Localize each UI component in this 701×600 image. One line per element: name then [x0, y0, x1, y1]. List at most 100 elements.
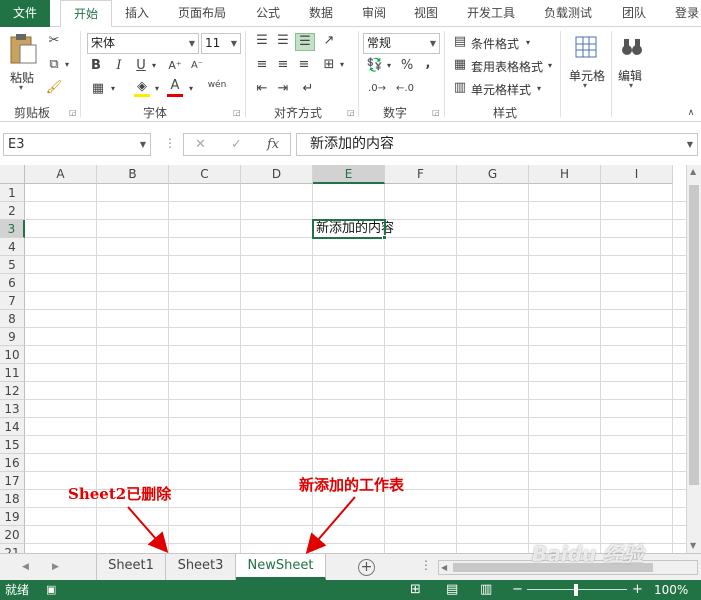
enter-icon[interactable]: ✓ [231, 134, 242, 155]
tab-view[interactable]: 视图 [414, 0, 438, 27]
copy-dropdown-icon[interactable]: ▾ [62, 57, 72, 73]
row-header-4[interactable]: 4 [0, 238, 25, 256]
borders-dropdown-icon[interactable]: ▾ [109, 81, 117, 97]
row-header-3[interactable]: 3 [0, 220, 25, 238]
font-size-combo[interactable]: 11 ▼ [201, 33, 241, 54]
tab-insert[interactable]: 插入 [125, 0, 149, 27]
column-header-c[interactable]: C [169, 165, 241, 184]
formula-input[interactable]: 新添加的内容 ▼ [296, 133, 698, 156]
clipboard-launcher-icon[interactable]: ◲ [69, 108, 77, 117]
comma-button[interactable]: , [423, 56, 433, 72]
tab-developer[interactable]: 开发工具 [467, 0, 515, 27]
page-break-view-icon[interactable]: ▥ [480, 580, 492, 600]
copy-icon[interactable]: ⧉ [45, 57, 63, 73]
column-header-f[interactable]: F [385, 165, 457, 184]
tab-team[interactable]: 团队 [622, 0, 646, 27]
add-sheet-button[interactable]: + [358, 559, 375, 576]
bold-button[interactable]: B [89, 58, 103, 74]
alignment-launcher-icon[interactable]: ◲ [347, 108, 355, 117]
row-header-1[interactable]: 1 [0, 184, 25, 202]
italic-button[interactable]: I [112, 58, 126, 74]
conditional-format-button[interactable]: 条件格式 [471, 35, 519, 52]
cell-styles-button[interactable]: 单元格样式 [471, 81, 531, 98]
fill-handle[interactable] [382, 235, 387, 240]
macro-record-icon[interactable]: ▣ [46, 580, 56, 600]
sheet-tab-sheet1[interactable]: Sheet1 [97, 554, 166, 580]
number-launcher-icon[interactable]: ◲ [432, 108, 440, 117]
tab-sign-in[interactable]: 登录 [675, 0, 699, 27]
next-sheet-icon[interactable]: ▶ [52, 554, 59, 580]
scroll-left-icon[interactable]: ◀ [441, 561, 447, 574]
cut-icon[interactable]: ✂ [45, 33, 63, 49]
zoom-out-icon[interactable]: − [512, 580, 523, 600]
number-format-combo[interactable]: 常规 ▼ [363, 33, 440, 54]
sheet-tab-sheet3[interactable]: Sheet3 [166, 554, 236, 580]
zoom-in-icon[interactable]: + [632, 580, 643, 600]
column-header-a[interactable]: A [25, 165, 97, 184]
wrap-text-icon[interactable]: ↵ [299, 81, 317, 97]
sheet-tab-newsheet[interactable]: NewSheet [236, 554, 326, 580]
align-bottom-icon[interactable]: ☰ [295, 33, 315, 51]
prev-sheet-icon[interactable]: ◀ [22, 554, 29, 580]
zoom-level[interactable]: 100% [654, 580, 688, 600]
shrink-font-icon[interactable]: A⁻ [188, 58, 206, 74]
tab-data[interactable]: 数据 [309, 0, 333, 27]
align-left-icon[interactable]: ≡ [253, 57, 271, 73]
editing-button[interactable]: 编辑 ▾ [615, 33, 649, 97]
row-header-16[interactable]: 16 [0, 454, 25, 472]
row-header-11[interactable]: 11 [0, 364, 25, 382]
tab-home[interactable]: 开始 [60, 0, 112, 28]
increase-decimal-icon[interactable]: .0→ [366, 81, 388, 97]
cells-button[interactable]: 单元格 ▾ [566, 33, 606, 97]
row-header-15[interactable]: 15 [0, 436, 25, 454]
tab-review[interactable]: 审阅 [362, 0, 386, 27]
cancel-icon[interactable]: ✕ [195, 134, 206, 155]
column-header-i[interactable]: I [601, 165, 673, 184]
orientation-icon[interactable]: ↗ [320, 33, 338, 49]
align-top-icon[interactable]: ☰ [253, 33, 271, 49]
phonetic-button[interactable]: wén [206, 77, 228, 93]
table-dropdown-icon[interactable]: ▾ [546, 58, 554, 74]
row-header-14[interactable]: 14 [0, 418, 25, 436]
row-header-7[interactable]: 7 [0, 292, 25, 310]
conditional-dropdown-icon[interactable]: ▾ [524, 35, 532, 51]
currency-icon[interactable]: 💱 [366, 58, 384, 74]
align-center-icon[interactable]: ≡ [274, 57, 292, 73]
column-header-g[interactable]: G [457, 165, 529, 184]
row-header-12[interactable]: 12 [0, 382, 25, 400]
format-painter-icon[interactable]: 🖌 [45, 80, 63, 96]
row-header-13[interactable]: 13 [0, 400, 25, 418]
row-header-10[interactable]: 10 [0, 346, 25, 364]
column-header-e[interactable]: E [313, 165, 385, 184]
tab-file[interactable]: 文件 [0, 0, 50, 27]
tab-page-layout[interactable]: 页面布局 [178, 0, 226, 27]
row-header-6[interactable]: 6 [0, 274, 25, 292]
font-launcher-icon[interactable]: ◲ [233, 108, 241, 117]
tab-formulas[interactable]: 公式 [256, 0, 280, 27]
increase-indent-icon[interactable]: ⇥ [274, 81, 292, 97]
underline-dropdown-icon[interactable]: ▾ [150, 58, 158, 74]
font-color-button[interactable]: A [167, 78, 183, 94]
row-header-5[interactable]: 5 [0, 256, 25, 274]
select-all-corner[interactable] [0, 165, 25, 184]
row-header-19[interactable]: 19 [0, 508, 25, 526]
row-header-18[interactable]: 18 [0, 490, 25, 508]
merge-center-icon[interactable]: ⊞ [320, 57, 338, 73]
merge-dropdown-icon[interactable]: ▾ [338, 57, 346, 73]
font-name-combo[interactable]: 宋体 ▼ [87, 33, 199, 54]
align-right-icon[interactable]: ≡ [295, 57, 313, 73]
paste-button[interactable]: 粘贴 ▾ [6, 33, 40, 93]
row-header-9[interactable]: 9 [0, 328, 25, 346]
column-header-b[interactable]: B [97, 165, 169, 184]
decrease-indent-icon[interactable]: ⇤ [253, 81, 271, 97]
normal-view-icon[interactable]: ⊞ [410, 580, 421, 600]
column-header-d[interactable]: D [241, 165, 313, 184]
scroll-down-icon[interactable]: ▼ [690, 541, 696, 550]
zoom-slider-thumb[interactable] [574, 584, 578, 596]
decrease-decimal-icon[interactable]: ←.0 [394, 81, 416, 97]
row-header-17[interactable]: 17 [0, 472, 25, 490]
percent-button[interactable]: % [399, 58, 415, 74]
fill-dropdown-icon[interactable]: ▾ [153, 81, 161, 97]
cell-styles-icon[interactable]: ▥ [452, 80, 468, 96]
conditional-format-icon[interactable]: ▤ [452, 34, 468, 50]
